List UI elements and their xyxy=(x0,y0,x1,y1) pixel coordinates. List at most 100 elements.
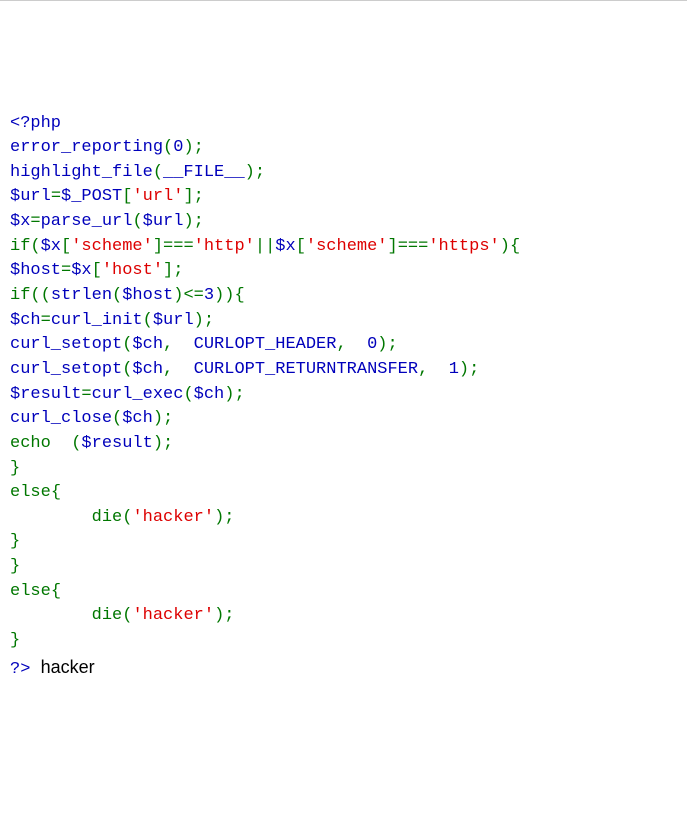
three: 3 xyxy=(204,286,214,305)
paren: ( xyxy=(122,360,132,379)
url-var: $url xyxy=(143,212,184,231)
kw-die: die xyxy=(92,508,123,527)
semi: ; xyxy=(234,385,244,404)
semi: ; xyxy=(194,212,204,231)
fn-parseurl: parse_url xyxy=(41,212,133,231)
paren: ( xyxy=(112,286,122,305)
fn-error-reporting: error_reporting xyxy=(10,138,163,157)
paren: ) xyxy=(183,212,193,231)
lbracket: [ xyxy=(61,237,71,256)
paren: ) xyxy=(153,409,163,428)
paren: ) xyxy=(214,286,224,305)
php-close: ?> xyxy=(10,660,30,679)
eq: = xyxy=(30,212,40,231)
s-host: 'host' xyxy=(102,261,163,280)
ch-var: $ch xyxy=(132,335,163,354)
semi: ; xyxy=(224,606,234,625)
s-hacker: 'hacker' xyxy=(132,606,214,625)
eq: = xyxy=(41,311,51,330)
comma: , xyxy=(336,335,346,354)
url-var: $url xyxy=(153,311,194,330)
comma: , xyxy=(163,335,173,354)
paren: ( xyxy=(143,311,153,330)
lbracket: [ xyxy=(92,261,102,280)
rbracket: ] xyxy=(153,237,163,256)
ch-var: $ch xyxy=(10,311,41,330)
s-hacker: 'hacker' xyxy=(132,508,214,527)
paren: ( xyxy=(30,286,40,305)
paren: ( xyxy=(183,385,193,404)
curlopt-header: CURLOPT_HEADER xyxy=(194,335,337,354)
rbracket: ] xyxy=(163,261,173,280)
rbrace: } xyxy=(10,459,20,478)
one: 1 xyxy=(449,360,459,379)
ch-var: $ch xyxy=(132,360,163,379)
semi: ; xyxy=(204,311,214,330)
eq: = xyxy=(51,187,61,206)
paren: ( xyxy=(41,286,51,305)
paren: ( xyxy=(122,606,132,625)
php-open: <?php xyxy=(10,114,61,133)
php-source: <?php error_reporting(0); highlight_file… xyxy=(10,114,520,679)
x-var: $x xyxy=(41,237,61,256)
kw-die: die xyxy=(92,606,123,625)
comma: , xyxy=(163,360,173,379)
fn-curl-exec: curl_exec xyxy=(92,385,184,404)
rbracket: ] xyxy=(388,237,398,256)
fn-highlight: highlight_file xyxy=(10,163,153,182)
paren: ) xyxy=(214,508,224,527)
eq: = xyxy=(81,385,91,404)
paren: ( xyxy=(122,335,132,354)
lte: <= xyxy=(183,286,203,305)
semi: ; xyxy=(163,434,173,453)
semi: ; xyxy=(163,409,173,428)
semi: ; xyxy=(194,187,204,206)
s-scheme: 'scheme' xyxy=(306,237,388,256)
lbrace: { xyxy=(510,237,520,256)
rbrace: } xyxy=(10,631,20,650)
x-var: $x xyxy=(275,237,295,256)
kw-else: else xyxy=(10,582,51,601)
paren: ( xyxy=(112,409,122,428)
lbrace: { xyxy=(51,582,61,601)
paren: ) xyxy=(173,286,183,305)
post-var: $_POST xyxy=(61,187,122,206)
semi: ; xyxy=(194,138,204,157)
url-var: $url xyxy=(10,187,51,206)
semi: ; xyxy=(255,163,265,182)
semi: ; xyxy=(224,508,234,527)
fn-curl-close: curl_close xyxy=(10,409,112,428)
s-http: 'http' xyxy=(194,237,255,256)
lbrace: { xyxy=(51,483,61,502)
lbrace: { xyxy=(234,286,244,305)
semi: ; xyxy=(173,261,183,280)
ch-var: $ch xyxy=(122,409,153,428)
fn-curl-setopt: curl_setopt xyxy=(10,335,122,354)
paren: ) xyxy=(153,434,163,453)
s-url: 'url' xyxy=(132,187,183,206)
semi: ; xyxy=(469,360,479,379)
s-scheme: 'scheme' xyxy=(71,237,153,256)
rbrace: } xyxy=(10,557,20,576)
kw-else: else xyxy=(10,483,51,502)
paren: ) xyxy=(459,360,469,379)
paren: ) xyxy=(224,385,234,404)
paren: ( xyxy=(163,138,173,157)
host-var: $host xyxy=(122,286,173,305)
ch-var: $ch xyxy=(194,385,225,404)
paren: ( xyxy=(132,212,142,231)
paren: ) xyxy=(183,138,193,157)
paren: ( xyxy=(71,434,81,453)
rbrace: } xyxy=(10,532,20,551)
result-var: $result xyxy=(81,434,152,453)
s-https: 'https' xyxy=(428,237,499,256)
host-var: $host xyxy=(10,261,61,280)
zero: 0 xyxy=(173,138,183,157)
fn-strlen: strlen xyxy=(51,286,112,305)
teq: === xyxy=(398,237,429,256)
teq: === xyxy=(163,237,194,256)
curlopt-return: CURLOPT_RETURNTRANSFER xyxy=(194,360,418,379)
kw-if: if xyxy=(10,237,30,256)
semi: ; xyxy=(387,335,397,354)
eq: = xyxy=(61,261,71,280)
